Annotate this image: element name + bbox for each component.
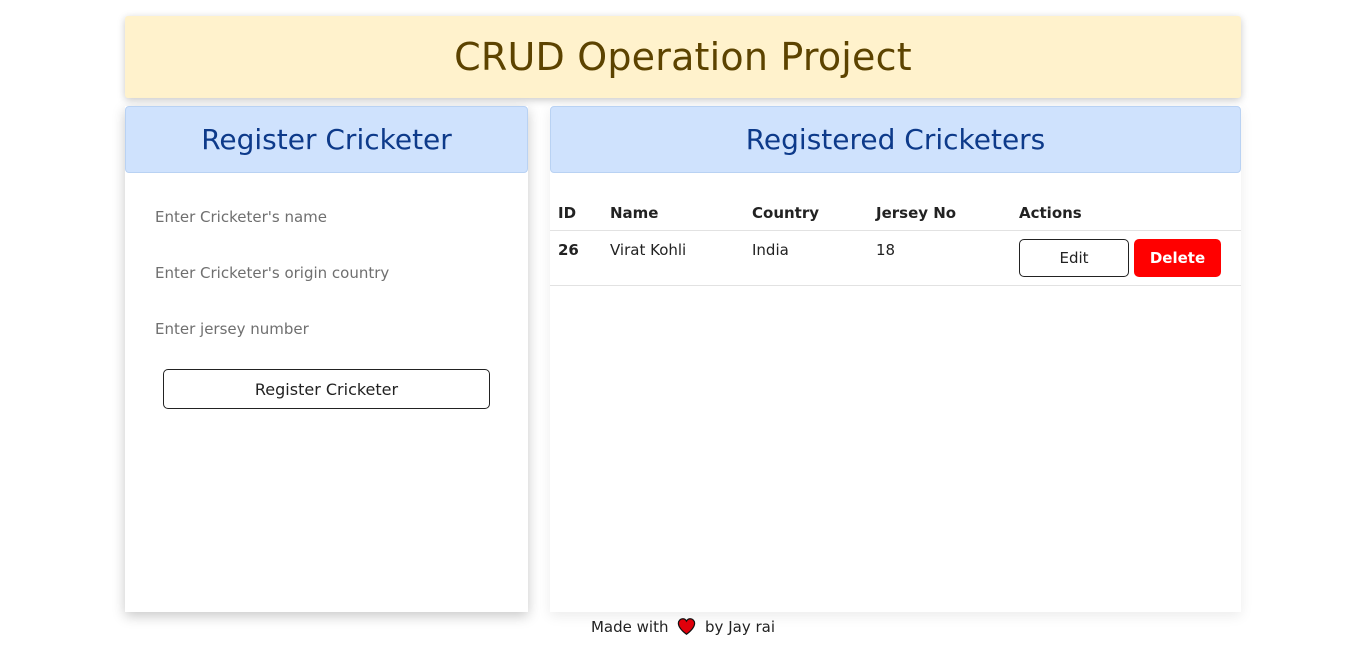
column-header-name: Name [602,189,744,231]
name-input[interactable] [155,197,495,237]
register-button[interactable]: Register Cricketer [163,369,490,409]
register-form: Register Cricketer [125,197,528,409]
register-panel-header: Register Cricketer [125,106,528,173]
cricketers-panel-header: Registered Cricketers [550,106,1241,173]
cell-actions: Edit Delete [1011,230,1241,286]
jersey-number-input[interactable] [155,309,495,349]
cricketers-table: ID Name Country Jersey No Actions 26 Vir… [550,189,1241,286]
country-input[interactable] [155,253,495,293]
column-header-actions: Actions [1011,189,1241,231]
page-title: CRUD Operation Project [454,35,912,79]
heart-icon [677,618,696,639]
cricketers-panel: Registered Cricketers ID Name Country Je… [550,106,1241,612]
delete-button[interactable]: Delete [1134,238,1221,277]
footer-suffix: by Jay rai [705,618,775,636]
footer: Made with by Jay rai [0,618,1366,639]
column-header-id: ID [550,189,602,231]
column-header-country: Country [744,189,868,231]
footer-prefix: Made with [590,618,669,636]
register-panel-title: Register Cricketer [201,123,452,156]
page-header: CRUD Operation Project [125,16,1241,98]
register-panel: Register Cricketer Register Cricketer [125,106,528,612]
cell-id: 26 [550,230,602,286]
cell-name: Virat Kohli [602,230,744,286]
edit-button[interactable]: Edit [1019,238,1129,277]
cricketers-panel-title: Registered Cricketers [745,123,1046,156]
cell-jersey: 18 [868,230,1011,286]
cell-country: India [744,230,868,286]
table-header-row: ID Name Country Jersey No Actions [550,189,1241,231]
table-row: 26 Virat Kohli India 18 Edit Delete [550,230,1241,286]
column-header-jersey: Jersey No [868,189,1011,231]
